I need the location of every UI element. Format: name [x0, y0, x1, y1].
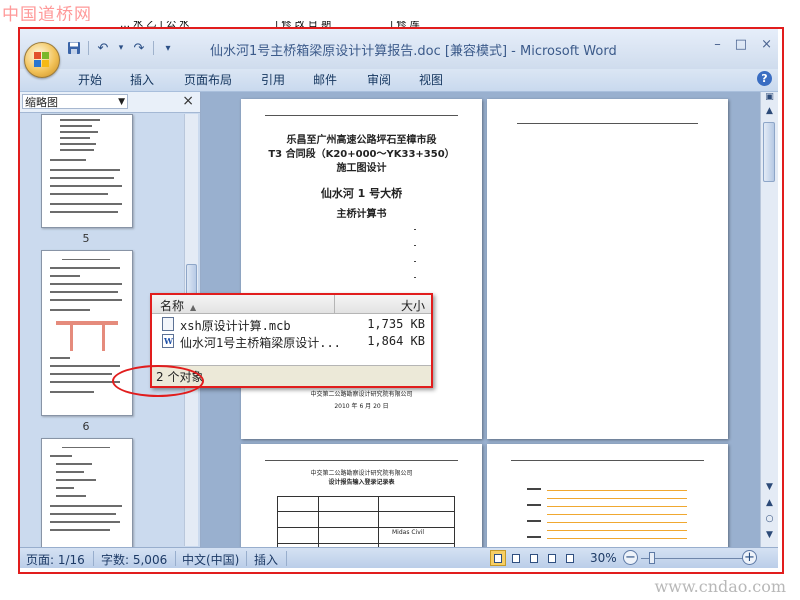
office-button[interactable] [24, 42, 60, 78]
office-logo-icon [34, 52, 50, 68]
watermark-bottom: www.cndao.com [654, 577, 786, 596]
annotation-frame [18, 27, 784, 574]
